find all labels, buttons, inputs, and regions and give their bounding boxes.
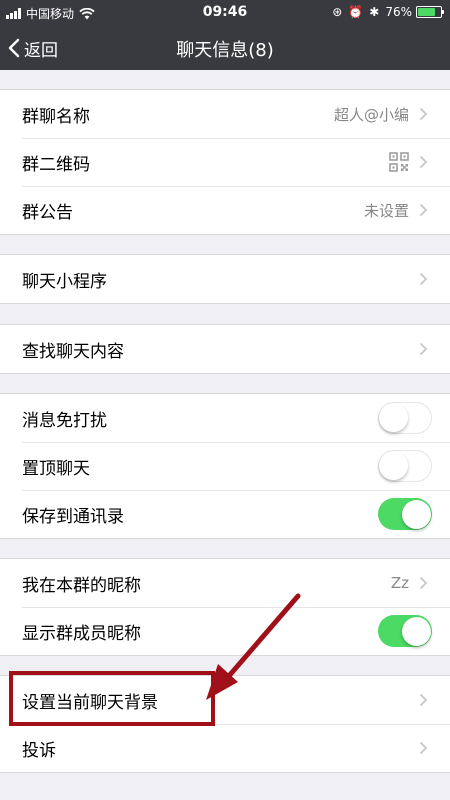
row-report[interactable]: 投诉: [0, 724, 450, 772]
my-nickname-value: Zz: [390, 574, 409, 592]
row-show-nickname: 显示群成员昵称: [0, 607, 450, 655]
orientation-lock-icon: ⊛: [332, 5, 343, 19]
row-mini-program[interactable]: 聊天小程序: [0, 255, 450, 303]
search-chat-label: 查找聊天内容: [22, 341, 124, 362]
row-group-name[interactable]: 群聊名称 超人@小编: [0, 90, 450, 138]
chat-background-label: 设置当前聊天背景: [22, 692, 158, 713]
show-nickname-label: 显示群成员昵称: [22, 623, 141, 644]
row-search-chat[interactable]: 查找聊天内容: [0, 325, 450, 373]
group-name-label: 群聊名称: [22, 106, 90, 127]
alarm-icon: ⏰: [348, 5, 364, 19]
row-group-qrcode[interactable]: 群二维码: [0, 138, 450, 186]
group-search: 查找聊天内容: [0, 324, 450, 374]
save-contacts-label: 保存到通讯录: [22, 506, 124, 527]
chevron-right-icon: [419, 203, 428, 217]
group-info: 群聊名称 超人@小编 群二维码 群公告 未设置: [0, 89, 450, 235]
page-title: 聊天信息(8): [176, 40, 274, 61]
row-group-notice[interactable]: 群公告 未设置: [0, 186, 450, 234]
qr-code-icon: [389, 152, 409, 172]
chevron-right-icon: [419, 107, 428, 121]
group-name-value: 超人@小编: [333, 105, 409, 124]
mini-program-label: 聊天小程序: [22, 271, 107, 292]
chevron-right-icon: [419, 693, 428, 707]
mute-toggle[interactable]: [378, 402, 432, 434]
chevron-right-icon: [419, 272, 428, 286]
my-nickname-label: 我在本群的昵称: [22, 575, 141, 596]
group-mini-program: 聊天小程序: [0, 254, 450, 304]
battery-icon: [416, 6, 444, 18]
group-qrcode-label: 群二维码: [22, 154, 90, 175]
chevron-right-icon: [419, 576, 428, 590]
battery-percent: 76%: [385, 5, 412, 19]
status-bar: 中国移动 09:46 ⊛ ⏰ ✱ 76%: [0, 0, 450, 26]
row-sticky: 置顶聊天: [0, 442, 450, 490]
group-notice-value: 未设置: [363, 201, 409, 220]
mute-label: 消息免打扰: [22, 410, 107, 431]
battery-fill: [418, 8, 435, 16]
show-nickname-toggle[interactable]: [378, 615, 432, 647]
group-background: 设置当前聊天背景 投诉: [0, 675, 450, 773]
chevron-right-icon: [419, 741, 428, 755]
row-chat-background[interactable]: 设置当前聊天背景: [0, 676, 450, 724]
sticky-toggle[interactable]: [378, 450, 432, 482]
sticky-label: 置顶聊天: [22, 458, 90, 479]
status-right: ⊛ ⏰ ✱ 76%: [332, 5, 444, 19]
row-my-nickname[interactable]: 我在本群的昵称 Zz: [0, 559, 450, 607]
save-contacts-toggle[interactable]: [378, 498, 432, 530]
group-notice-label: 群公告: [22, 202, 73, 223]
row-save-contacts: 保存到通讯录: [0, 490, 450, 538]
chevron-right-icon: [419, 342, 428, 356]
bluetooth-icon: ✱: [369, 5, 380, 19]
nav-bar: 返回 聊天信息(8): [0, 26, 450, 70]
group-toggles: 消息免打扰 置顶聊天 保存到通讯录: [0, 393, 450, 539]
report-label: 投诉: [22, 740, 56, 761]
group-nickname: 我在本群的昵称 Zz 显示群成员昵称: [0, 558, 450, 656]
row-mute: 消息免打扰: [0, 394, 450, 442]
chevron-right-icon: [419, 155, 428, 169]
